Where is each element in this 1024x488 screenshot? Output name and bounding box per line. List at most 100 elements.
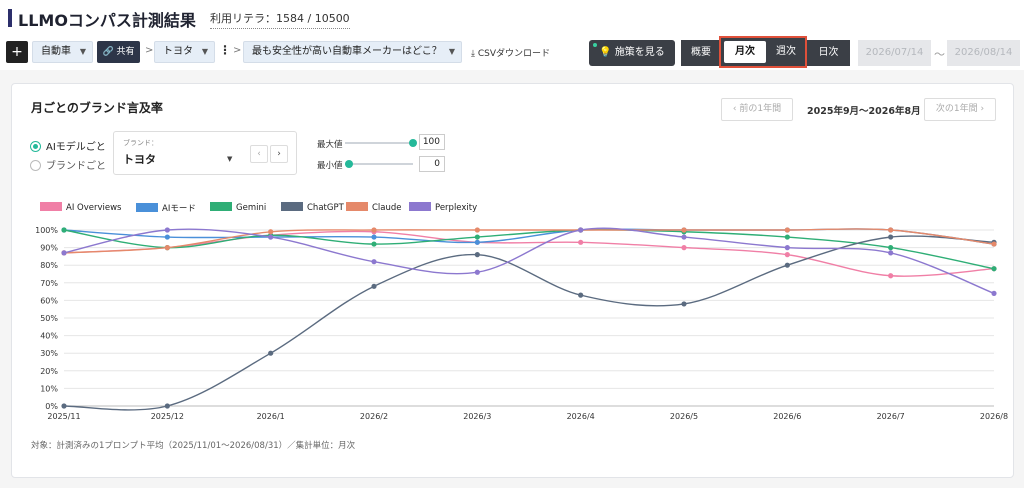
data-point	[991, 290, 997, 296]
y-tick-label: 40%	[40, 332, 58, 341]
tab-weekly[interactable]: 週次	[768, 41, 804, 63]
x-tick-label: 2026/5	[670, 412, 698, 421]
breadcrumb-separator: >	[145, 45, 154, 56]
data-point	[164, 403, 170, 409]
data-point	[474, 269, 480, 275]
brand-select[interactable]: トヨタ ▼	[154, 41, 215, 63]
page-header: LLMOコンパス計測結果 利用リテラ：1584 / 10500	[0, 0, 1024, 36]
download-icon: ⤓	[471, 49, 475, 59]
data-point	[164, 234, 170, 240]
y-tick-label: 20%	[40, 367, 58, 376]
data-point	[268, 350, 274, 356]
data-point	[888, 245, 894, 251]
data-point	[268, 234, 274, 240]
data-point	[888, 234, 894, 240]
chart-footnote: 対象：計測済みの1プロンプト平均（2025/11/01〜2026/08/31）／…	[31, 441, 356, 451]
data-point	[474, 239, 480, 245]
tab-overview[interactable]: 概要	[681, 40, 721, 66]
data-point	[681, 234, 687, 240]
y-tick-label: 60%	[40, 296, 58, 305]
data-point	[371, 241, 377, 247]
chevron-down-icon: ▼	[201, 47, 208, 56]
page-title: LLMOコンパス計測結果	[18, 11, 196, 30]
tab-daily[interactable]: 日次	[807, 40, 850, 66]
data-point	[784, 245, 790, 251]
link-icon: 🔗	[102, 47, 114, 57]
data-point	[474, 252, 480, 258]
data-point	[61, 403, 67, 409]
usage-counter: 利用リテラ：1584 / 10500	[210, 10, 350, 29]
data-point	[681, 227, 687, 233]
view-measures-label: 施策を見る	[614, 47, 665, 58]
data-point	[371, 234, 377, 240]
data-point	[991, 266, 997, 272]
data-point	[681, 301, 687, 307]
x-tick-label: 2026/3	[463, 412, 491, 421]
x-tick-label: 2025/12	[151, 412, 184, 421]
category-select[interactable]: 自動車 ▼	[32, 41, 93, 63]
question-select[interactable]: 最も安全性が高い自動車メーカーはどこ？ ▼	[243, 41, 462, 63]
breadcrumb-separator: >	[233, 45, 242, 56]
title-accent	[8, 9, 12, 27]
y-tick-label: 90%	[40, 244, 58, 253]
data-point	[991, 241, 997, 247]
x-tick-label: 2026/7	[877, 412, 905, 421]
x-tick-label: 2026/8	[980, 412, 1008, 421]
data-point	[784, 227, 790, 233]
data-point	[578, 292, 584, 298]
chart-card: 月ごとのブランド言及率 ‹ 前の1年間 2025年9月〜2026年8月 次の1年…	[11, 83, 1014, 478]
date-range-separator: 〜	[934, 48, 945, 61]
chevron-down-icon: ▼	[79, 47, 86, 56]
category-select-label: 自動車	[41, 46, 71, 57]
share-button-label: 共有	[116, 47, 135, 57]
data-point	[578, 227, 584, 233]
date-from[interactable]: 2026/07/14	[858, 40, 931, 66]
data-point	[61, 250, 67, 256]
x-tick-label: 2025/11	[47, 412, 80, 421]
data-point	[474, 227, 480, 233]
data-point	[268, 229, 274, 235]
data-point	[784, 234, 790, 240]
csv-download-link[interactable]: ⤓ CSVダウンロード	[471, 46, 550, 59]
csv-download-label: CSVダウンロード	[477, 49, 551, 59]
data-point	[784, 262, 790, 268]
y-tick-label: 70%	[40, 279, 58, 288]
date-to[interactable]: 2026/08/14	[947, 40, 1020, 66]
series-line	[63, 235, 995, 411]
y-tick-label: 30%	[40, 349, 58, 358]
question-select-label: 最も安全性が高い自動車メーカーはどこ？	[252, 46, 442, 57]
data-point	[371, 283, 377, 289]
x-tick-label: 2026/2	[360, 412, 388, 421]
data-point	[681, 245, 687, 251]
data-point	[474, 234, 480, 240]
y-tick-label: 80%	[40, 261, 58, 270]
data-point	[371, 227, 377, 233]
chevron-down-icon: ▼	[448, 47, 455, 56]
data-point	[578, 239, 584, 245]
page: LLMOコンパス計測結果 利用リテラ：1584 / 10500 + 自動車 ▼ …	[0, 0, 1024, 488]
x-tick-label: 2026/4	[567, 412, 595, 421]
lightbulb-icon: 💡	[599, 47, 612, 58]
data-point	[61, 227, 67, 233]
data-point	[888, 250, 894, 256]
share-button[interactable]: 🔗 共有	[97, 41, 140, 63]
x-tick-label: 2026/6	[773, 412, 801, 421]
add-button[interactable]: +	[6, 41, 28, 63]
data-point	[784, 252, 790, 258]
notification-dot	[593, 43, 597, 47]
y-tick-label: 50%	[40, 314, 58, 323]
toolbar: + 自動車 ▼ 🔗 共有 > トヨタ ▼ ⋮ > 最も安全性が高い自動車メーカー…	[0, 36, 1024, 70]
data-point	[164, 245, 170, 251]
data-point	[164, 227, 170, 233]
more-vertical-icon[interactable]: ⋮	[219, 43, 231, 57]
data-point	[371, 259, 377, 265]
y-tick-label: 0%	[45, 402, 58, 411]
line-chart: 0% 10% 20% 30% 40% 50% 60% 70% 80% 90% 100% 2025/11…	[35, 226, 1008, 421]
x-tick-label: 2026/1	[257, 412, 285, 421]
data-point	[888, 273, 894, 279]
view-measures-button[interactable]: 💡 施策を見る	[589, 40, 675, 66]
y-tick-label: 10%	[40, 384, 58, 393]
tab-monthly[interactable]: 月次	[724, 41, 766, 63]
brand-select-label: トヨタ	[163, 46, 193, 57]
data-point	[888, 227, 894, 233]
